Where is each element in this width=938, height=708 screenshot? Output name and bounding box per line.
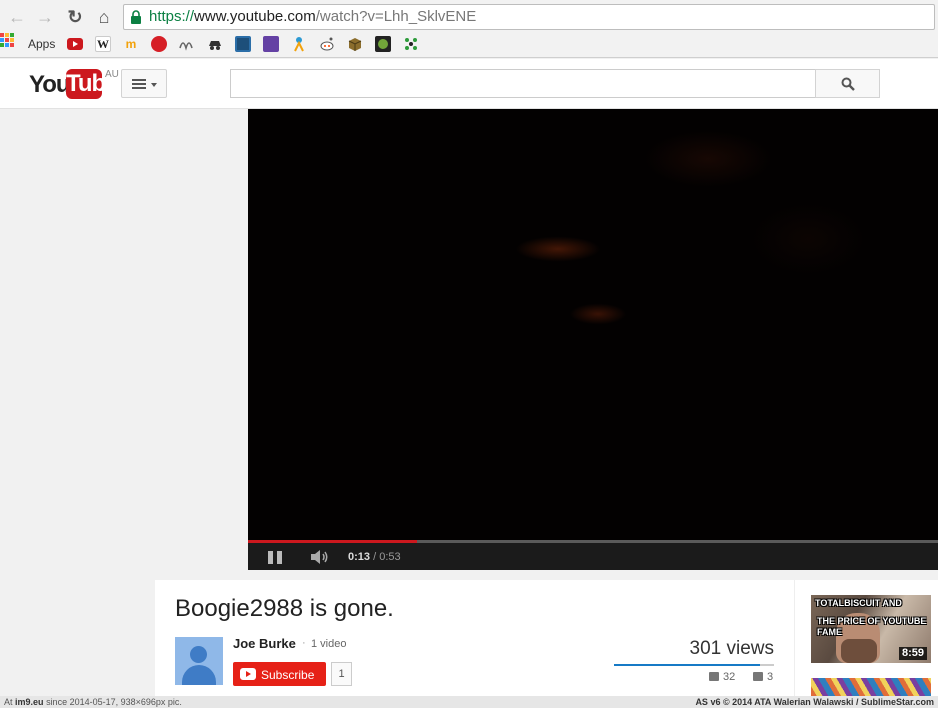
bookmark-car-icon[interactable]: [207, 36, 223, 52]
channel-avatar[interactable]: [175, 637, 223, 685]
time-display: 0:13 / 0:53: [348, 551, 401, 563]
search-icon: [841, 77, 855, 91]
youtube-header: You Tube AU: [0, 59, 938, 109]
channel-name-link[interactable]: Joe Burke: [233, 636, 296, 651]
view-count: 301 views: [689, 638, 775, 659]
bookmark-figure-icon[interactable]: [291, 36, 307, 52]
video-title: Boogie2988 is gone.: [175, 595, 394, 622]
pause-icon[interactable]: [268, 551, 282, 564]
search-button[interactable]: [815, 69, 880, 98]
player-controls: 0:13 / 0:53: [248, 543, 938, 570]
apps-label[interactable]: Apps: [28, 37, 55, 51]
bookmarks-bar: Apps W m: [0, 33, 938, 55]
watermark-site: im9.eu: [15, 697, 44, 707]
caret-down-icon: [151, 83, 157, 87]
browser-chrome: ← → ↻ ⌂ https://www.youtube.com/watch?v=…: [0, 0, 938, 58]
hamburger-icon: [132, 79, 146, 89]
bookmark-green-icon[interactable]: [375, 36, 391, 52]
dislike-count: 3: [767, 671, 774, 683]
separator-dot: ·: [302, 637, 306, 649]
related-video-thumbnail[interactable]: TotalBiscuit and the price of YouTube fa…: [811, 595, 931, 663]
image-host-watermark: At im9.eu since 2014-05-17, 938×696px pi…: [0, 696, 938, 708]
logo-tube-text: Tube: [66, 69, 119, 99]
like-button[interactable]: 32: [709, 671, 735, 683]
reload-icon[interactable]: ↻: [64, 6, 86, 28]
watermark-left: At im9.eu since 2014-05-17, 938×696px pi…: [4, 696, 182, 708]
bookmark-abc-icon[interactable]: [179, 36, 195, 52]
bookmark-wikipedia-icon[interactable]: W: [95, 36, 111, 52]
related-videos-sidebar: TotalBiscuit and the price of YouTube fa…: [794, 580, 938, 708]
bookmark-youtube-icon[interactable]: [67, 36, 83, 52]
video-player[interactable]: 0:13 / 0:53: [248, 109, 938, 570]
search-input[interactable]: [230, 69, 816, 98]
thumbs-up-icon: [709, 672, 719, 681]
volume-icon[interactable]: [310, 549, 330, 565]
apps-grid-icon[interactable]: [0, 33, 14, 47]
watermark-right: AS v6 © 2014 ATA Walerian Walawski / Sub…: [695, 697, 934, 707]
lock-icon: [131, 10, 141, 24]
video-frame[interactable]: [248, 109, 938, 540]
video-info-panel: Boogie2988 is gone. Joe Burke · 1 video …: [155, 580, 794, 708]
current-time: 0:13: [348, 551, 371, 563]
thumbnail-caption-line2: the price of YouTube fame: [817, 616, 927, 637]
bookmark-m-icon[interactable]: m: [123, 36, 139, 52]
logo-region: AU: [105, 69, 119, 80]
bookmark-red-icon[interactable]: [151, 36, 167, 52]
back-arrow-icon[interactable]: ←: [6, 6, 28, 28]
bookmark-box-icon[interactable]: [347, 36, 363, 52]
watermark-prefix: At: [4, 697, 13, 707]
url-host: www.youtube.com: [194, 8, 316, 25]
url-scheme: https://: [149, 8, 195, 25]
url-text: https://www.youtube.com/watch?v=Lhh_Sklv…: [149, 8, 476, 25]
subscribe-button[interactable]: Subscribe: [233, 662, 326, 686]
channel-video-count[interactable]: 1 video: [311, 638, 346, 650]
url-path: /watch?v=Lhh_SklvENE: [315, 8, 477, 25]
logo-you-text: You: [29, 71, 71, 98]
video-duration-badge: 8:59: [898, 647, 927, 660]
like-ratio-fill: [614, 664, 761, 666]
like-ratio-bar: [614, 664, 774, 666]
bookmark-reddit-icon[interactable]: [319, 36, 335, 52]
subscriber-count: 1: [331, 662, 352, 686]
guide-menu-button[interactable]: [121, 69, 167, 98]
youtube-play-icon: [240, 668, 256, 680]
thumbs-down-icon: [753, 672, 763, 681]
like-count: 32: [723, 671, 736, 683]
duration: / 0:53: [373, 551, 401, 563]
address-bar[interactable]: https://www.youtube.com/watch?v=Lhh_Sklv…: [123, 4, 935, 30]
home-icon[interactable]: ⌂: [93, 6, 115, 28]
bookmark-blue-icon[interactable]: [235, 36, 251, 52]
dislike-button[interactable]: 3: [753, 671, 773, 683]
watermark-info: since 2014-05-17, 938×696px pic.: [46, 697, 182, 707]
subscribe-label: Subscribe: [261, 668, 315, 682]
thumbnail-caption-line1: TotalBiscuit and: [815, 598, 902, 608]
forward-arrow-icon[interactable]: →: [34, 6, 56, 28]
bookmark-dots-icon[interactable]: [403, 36, 419, 52]
bookmark-twitch-icon[interactable]: [263, 36, 279, 52]
